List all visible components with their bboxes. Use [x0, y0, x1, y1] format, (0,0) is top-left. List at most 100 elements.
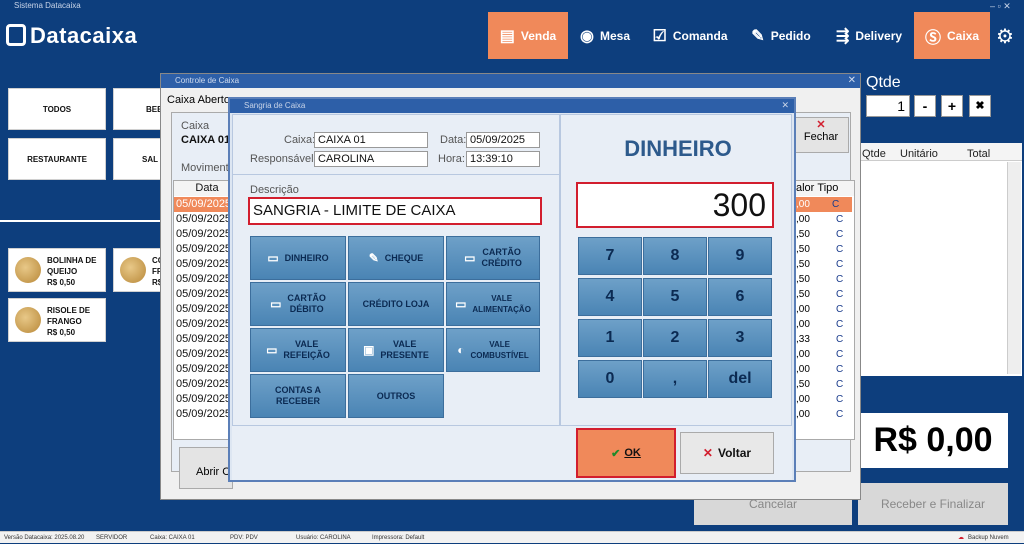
cloud-icon: ☁ — [958, 535, 964, 541]
items-scrollbar[interactable] — [1007, 162, 1021, 374]
delete-item-icon[interactable]: ✖ — [969, 95, 991, 117]
amount-input[interactable]: 300 — [576, 182, 774, 228]
movement-tipo: C — [836, 349, 844, 360]
product-image — [15, 307, 41, 333]
payment-outros-button[interactable]: OUTROS — [348, 374, 444, 418]
nav-label: Venda — [520, 28, 557, 43]
logo-icon — [6, 24, 26, 46]
payment-label: COMBUSTÍVEL — [470, 351, 529, 360]
responsavel-label: Responsável: — [250, 153, 317, 165]
debit-card-icon: ▭ — [270, 296, 282, 311]
qty-plus-button[interactable]: + — [941, 95, 963, 117]
nav-comanda[interactable]: ☑ Comanda — [642, 12, 738, 59]
sale-total: R$ 0,00 — [858, 413, 1008, 468]
data-label: Data: — [440, 134, 467, 146]
voltar-button[interactable]: ✕ Voltar — [680, 432, 774, 474]
key-2[interactable]: 2 — [643, 319, 707, 357]
payment-label: CARTÃO — [482, 247, 521, 257]
nav-label: Comanda — [672, 28, 728, 43]
key-5[interactable]: 5 — [643, 278, 707, 316]
fuel-icon: ◐ — [457, 342, 465, 357]
qty-label: Qtde — [866, 74, 901, 91]
close-x-icon: ✕ — [816, 119, 826, 131]
key-1[interactable]: 1 — [578, 319, 642, 357]
fechar-button[interactable]: ✕ Fechar — [793, 117, 849, 153]
abrir-caixa-button[interactable]: Abrir C — [179, 447, 233, 489]
category-todos[interactable]: TODOS — [8, 88, 106, 130]
check-icon: ✎ — [368, 250, 379, 265]
key-3[interactable]: 3 — [708, 319, 772, 357]
nav-venda[interactable]: ▤ Venda — [488, 12, 568, 59]
items-table — [856, 143, 1022, 376]
category-restaurante[interactable]: RESTAURANTE — [8, 138, 106, 180]
movement-tipo: C — [836, 409, 844, 420]
key-6[interactable]: 6 — [708, 278, 772, 316]
payment-cheque-button[interactable]: ✎ CHEQUE — [348, 236, 444, 280]
finish-sale-button[interactable]: Receber e Finalizar — [858, 483, 1008, 525]
product-image — [120, 257, 146, 283]
category-salgados[interactable]: SAL — [113, 138, 161, 180]
status-user: Usuário: CAROLINA — [296, 535, 351, 541]
payment-label: CONTAS A — [275, 385, 321, 395]
product-name: RISOLE DE — [47, 306, 91, 315]
ok-label: OK — [624, 447, 641, 459]
movements-header: alor Tipo — [796, 181, 854, 196]
movement-tipo: C — [836, 394, 844, 405]
key-8[interactable]: 8 — [643, 237, 707, 275]
close-icon[interactable]: ✕ — [781, 100, 789, 111]
credit-card-icon: ▭ — [464, 250, 476, 265]
caixa-label: Caixa — [181, 120, 210, 132]
movement-tipo: C — [836, 289, 844, 300]
qty-input[interactable]: 1 — [866, 95, 910, 117]
product-price: R$ 0,50 — [47, 328, 76, 337]
qty-minus-button[interactable]: - — [914, 95, 936, 117]
payment-vale-alimentacao-button[interactable]: ▭ VALE ALIMENTAÇÃO — [446, 282, 540, 326]
key-4[interactable]: 4 — [578, 278, 642, 316]
product-name: QUEIJO — [47, 267, 78, 276]
nav-label: Caixa — [946, 28, 980, 43]
movement-tipo: C — [836, 229, 844, 240]
payment-vale-combustivel-button[interactable]: ◐ VALE COMBUSTÍVEL — [446, 328, 540, 372]
payment-label: OUTROS — [376, 390, 416, 401]
key-7[interactable]: 7 — [578, 237, 642, 275]
category-bebidas[interactable]: BEB — [113, 88, 163, 130]
nav-mesa[interactable]: ◉ Mesa — [568, 12, 642, 59]
nav-delivery[interactable]: ⇶ Delivery — [824, 12, 914, 59]
status-printer: Impressora: Default — [372, 535, 425, 541]
movement-tipo: C — [836, 379, 844, 390]
payment-credito-loja-button[interactable]: CRÉDITO LOJA — [348, 282, 444, 326]
payment-label: CRÉDITO LOJA — [362, 298, 430, 309]
product-card[interactable]: RISOLE DE FRANGO R$ 0,50 — [8, 298, 106, 342]
payment-label: CARTÃO — [287, 293, 326, 303]
close-icon[interactable]: ✕ — [848, 75, 856, 86]
window-controls[interactable]: – ▫ ✕ — [990, 1, 1011, 12]
payment-cartao-credito-button[interactable]: ▭ CARTÃO CRÉDITO — [446, 236, 540, 280]
nav-pedido[interactable]: ✎ Pedido — [738, 12, 824, 59]
product-card[interactable]: BOLINHA DE QUEIJO R$ 0,50 — [8, 248, 106, 292]
key-0[interactable]: 0 — [578, 360, 642, 398]
status-backup[interactable]: Backup Nuvem — [968, 532, 1009, 544]
descricao-input[interactable]: SANGRIA - LIMITE DE CAIXA — [248, 197, 542, 225]
key-comma[interactable]: , — [643, 360, 707, 398]
payment-vale-refeicao-button[interactable]: ▭ VALE REFEIÇÃO — [250, 328, 346, 372]
movement-tipo: C — [836, 334, 844, 345]
payment-contas-receber-button[interactable]: CONTAS A RECEBER — [250, 374, 346, 418]
payment-vale-presente-button[interactable]: ▣ VALE PRESENTE — [348, 328, 444, 372]
col-valor: alor — [796, 182, 815, 194]
product-card[interactable]: CO FR R$ — [113, 248, 164, 292]
key-delete[interactable]: del — [708, 360, 772, 398]
movement-tipo: C — [836, 304, 844, 315]
tab-caixa-aberto[interactable]: Caixa Aberto — [167, 94, 230, 106]
product-name: BOLINHA DE — [47, 256, 97, 265]
cash-control-title: Controle de Caixa — [161, 74, 860, 88]
meal-voucher-icon: ▭ — [455, 296, 467, 311]
key-9[interactable]: 9 — [708, 237, 772, 275]
payment-dinheiro-button[interactable]: ▭ DINHEIRO — [250, 236, 346, 280]
window-title: Sistema Datacaixa — [0, 0, 1024, 12]
payment-cartao-debito-button[interactable]: ▭ CARTÃO DÉBITO — [250, 282, 346, 326]
product-price: R$ 0,50 — [47, 278, 76, 287]
nav-caixa[interactable]: Ⓢ Caixa — [914, 12, 990, 59]
ok-button[interactable]: ✔ OK — [576, 428, 676, 478]
gear-icon[interactable]: ⚙ — [996, 24, 1014, 49]
voucher-icon: ▭ — [266, 342, 278, 357]
